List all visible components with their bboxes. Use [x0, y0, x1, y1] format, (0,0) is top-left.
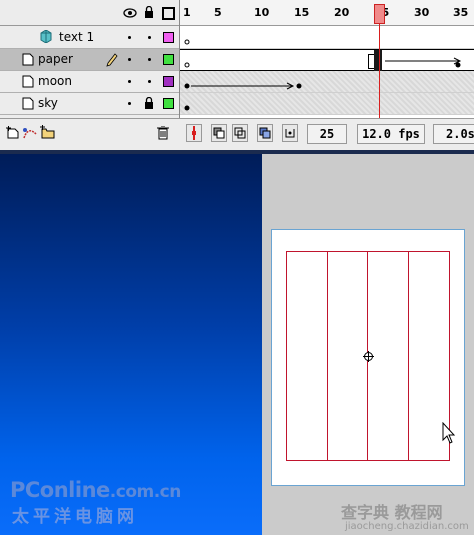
frame-ruler[interactable]: 1 5 10 15 20 25 30 35 [180, 0, 474, 26]
layer-color-swatch[interactable] [163, 32, 174, 43]
current-frame-field: 25 [307, 124, 347, 144]
frame-track-paper[interactable] [180, 49, 474, 71]
onion-skin-outlines-icon [234, 127, 246, 139]
center-frame-icon [192, 126, 196, 140]
layer-row-text1[interactable]: text 1 [0, 27, 179, 49]
pencil-icon [106, 53, 118, 67]
empty-keyframe-icon [184, 62, 190, 68]
outline-icon[interactable] [162, 7, 175, 20]
ruler-number: 15 [294, 6, 310, 19]
tween-arrow-icon [191, 82, 295, 90]
playhead-line [379, 12, 380, 118]
center-frame-button[interactable] [186, 124, 202, 142]
insert-layer-icon[interactable] [6, 126, 20, 140]
elapsed-time-field: 2.0s [433, 124, 474, 144]
layer-name: text 1 [59, 30, 95, 44]
paper-fold-line [327, 251, 328, 461]
layer-color-swatch[interactable] [163, 98, 174, 109]
layer-name: paper [38, 52, 73, 66]
ruler-number: 30 [414, 6, 430, 19]
ruler-number: 1 [183, 6, 191, 19]
lock-dot[interactable] [148, 80, 151, 83]
jiaocheng-watermark: 查字典 教程网 [341, 503, 443, 522]
pconline-suffix: .com.cn [109, 482, 182, 502]
onion-markers-icon [285, 129, 295, 138]
registration-point-icon [363, 351, 374, 362]
keyframe-icon [455, 62, 461, 68]
ruler-number: 10 [254, 6, 270, 19]
playhead[interactable] [374, 4, 385, 24]
trash-icon[interactable] [157, 126, 169, 140]
lock-icon[interactable] [144, 97, 154, 110]
ruler-number: 35 [453, 6, 469, 19]
add-motion-guide-icon[interactable] [22, 126, 38, 140]
tween-arrow-icon [385, 57, 462, 65]
frame-track-moon[interactable] [180, 71, 474, 93]
layer-row-moon[interactable]: moon [0, 71, 179, 93]
layer-page-icon [22, 75, 34, 88]
layer-page-icon [22, 53, 34, 66]
edit-multiple-frames-button[interactable] [257, 124, 273, 142]
layer-color-swatch[interactable] [163, 54, 174, 65]
visibility-dot[interactable] [128, 36, 131, 39]
pconline-cn-watermark: 太平洋电脑网 [12, 507, 138, 527]
ruler-number: 5 [214, 6, 222, 19]
layer-header [0, 0, 179, 26]
onion-skin-button[interactable] [211, 124, 227, 142]
ruler-number: 20 [334, 6, 350, 19]
layer-color-swatch[interactable] [163, 76, 174, 87]
keyframe-icon [296, 83, 302, 89]
frame-track-sky[interactable] [180, 93, 474, 115]
lock-dot[interactable] [148, 36, 151, 39]
insert-folder-icon[interactable] [40, 125, 56, 140]
text-symbol-icon [40, 30, 52, 43]
paper-fold-line [408, 251, 409, 461]
onion-skin-outlines-button[interactable] [232, 124, 248, 142]
visibility-dot[interactable] [128, 58, 131, 61]
layer-page-icon [22, 97, 34, 110]
lock-dot[interactable] [148, 58, 151, 61]
pconline-text: PConline [10, 478, 110, 502]
modify-onion-markers-button[interactable] [282, 124, 298, 142]
pconline-watermark: PConline.com.cn [10, 478, 181, 502]
selected-frame[interactable] [374, 50, 382, 71]
visibility-dot[interactable] [128, 80, 131, 83]
layer-row-sky[interactable]: sky [0, 93, 179, 115]
jiaocheng-url-watermark: jiaocheng.chazidian.com [345, 521, 469, 532]
layer-name: moon [38, 74, 72, 88]
frame-rate-field[interactable]: 12.0 fps [357, 124, 425, 144]
layer-row-paper[interactable]: paper [0, 49, 179, 71]
visibility-dot[interactable] [128, 102, 131, 105]
keyframe-icon [184, 105, 190, 111]
eye-icon[interactable] [123, 8, 137, 18]
edit-multiple-frames-icon [259, 127, 271, 139]
mouse-cursor-icon [442, 422, 456, 444]
onion-skin-icon [213, 127, 225, 139]
frame-track-text1[interactable] [180, 27, 474, 49]
layer-name: sky [38, 96, 58, 110]
empty-keyframe-icon [184, 39, 190, 45]
lock-icon[interactable] [144, 6, 154, 19]
